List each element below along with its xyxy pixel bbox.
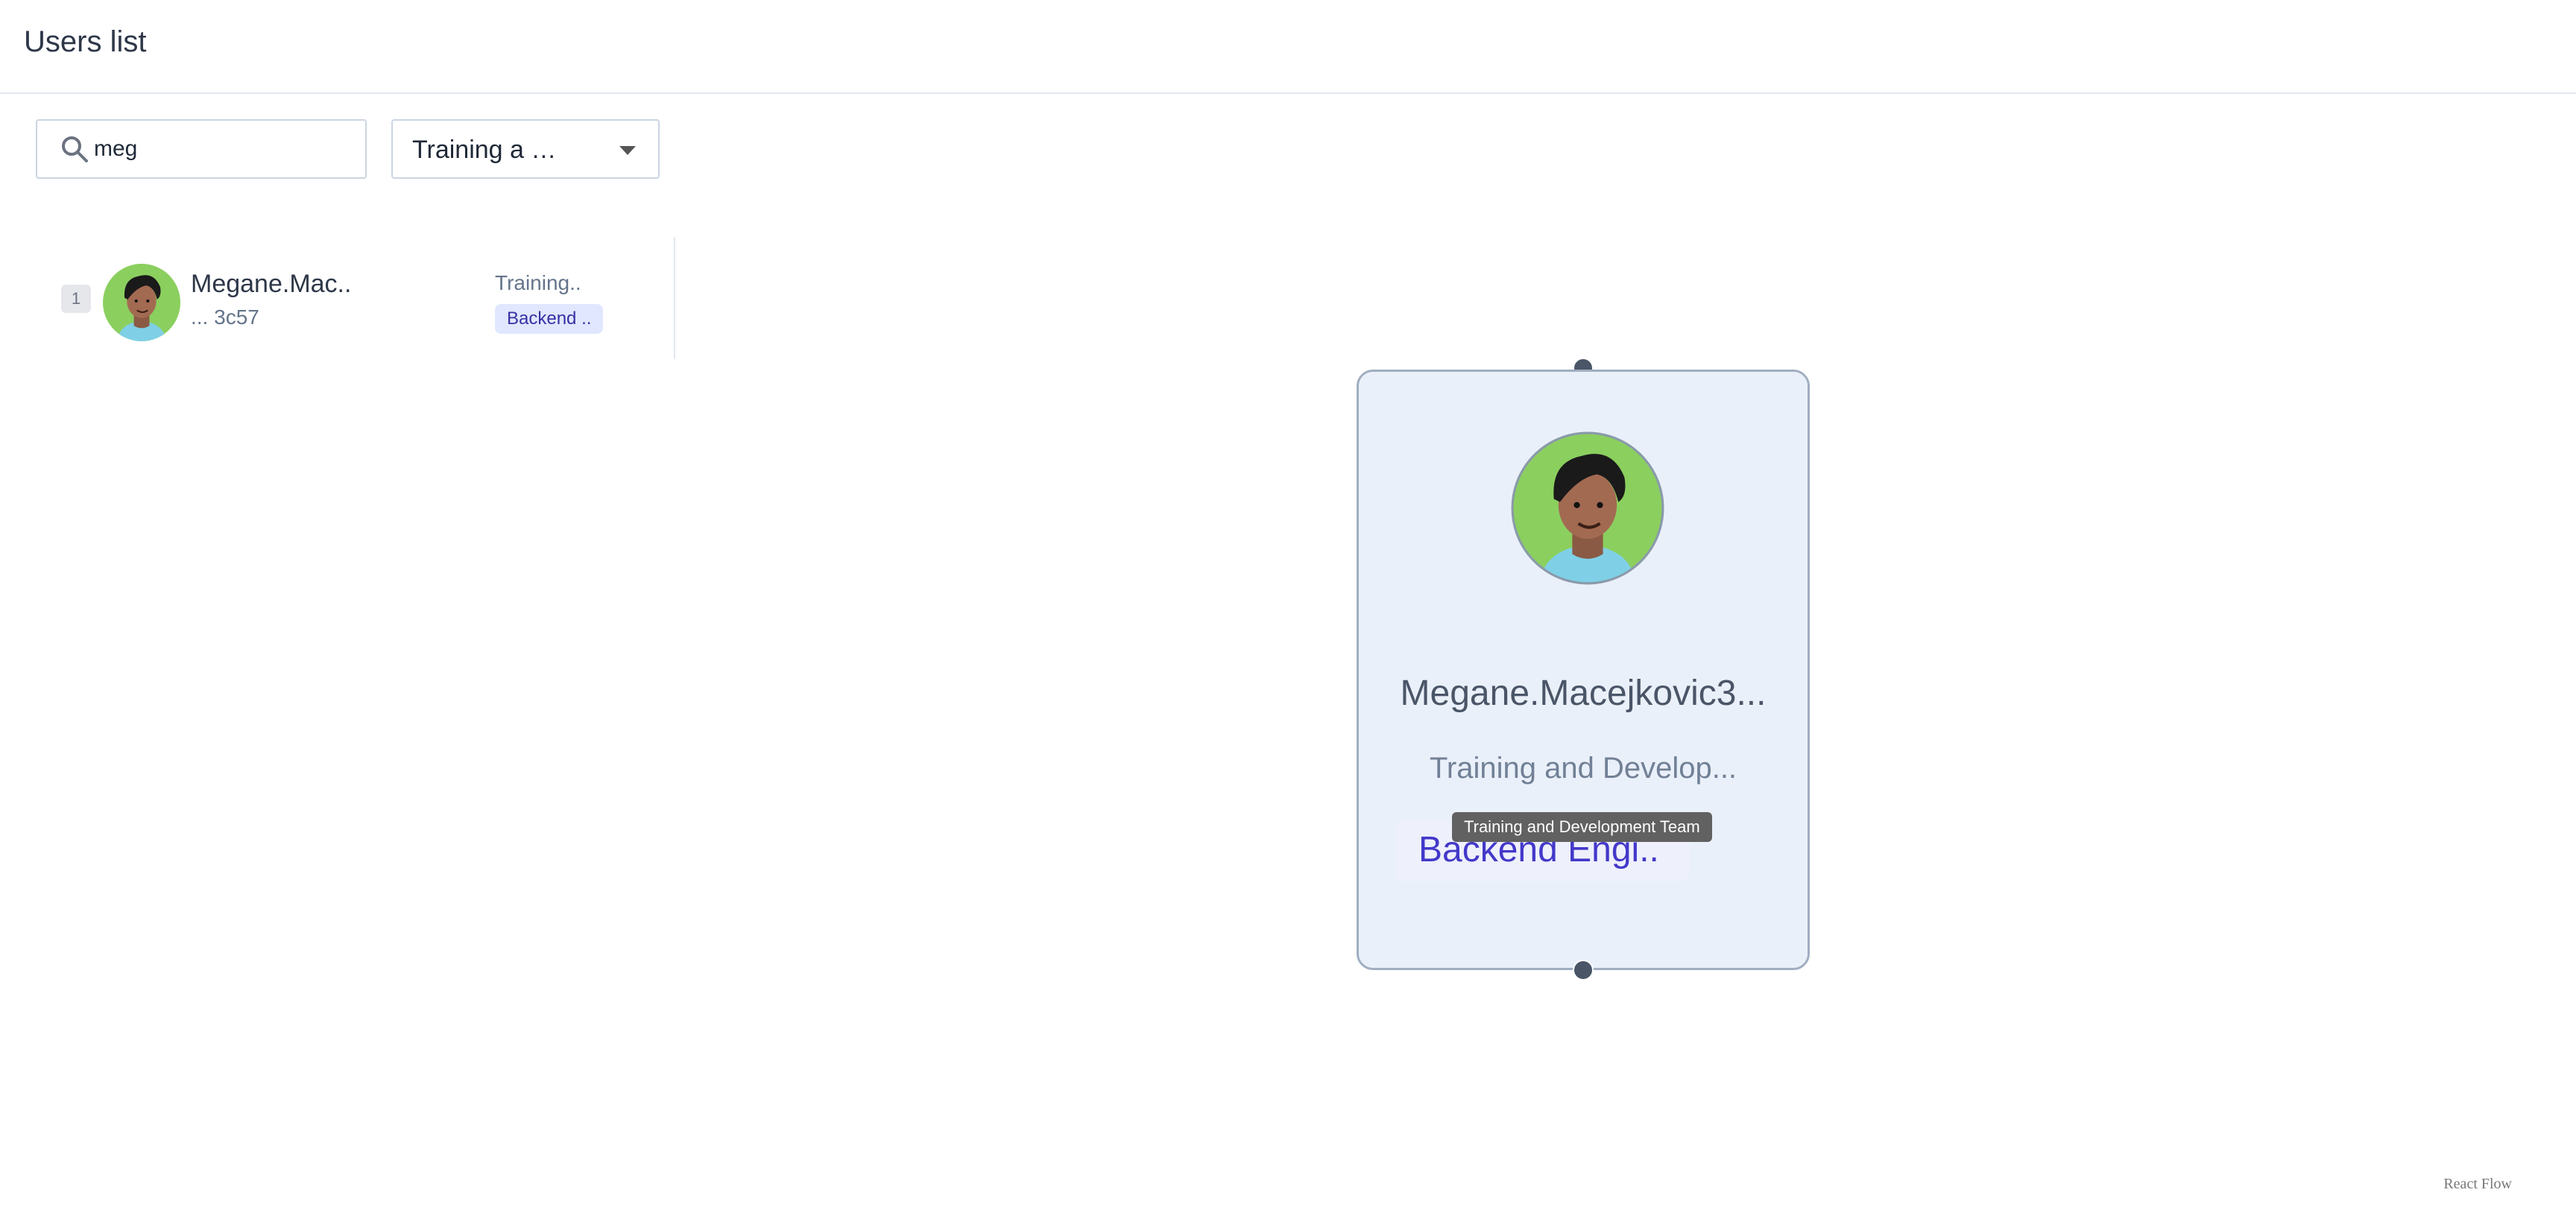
search-field[interactable] xyxy=(36,119,367,179)
row-index-badge: 1 xyxy=(61,285,91,313)
avatar xyxy=(103,264,180,341)
row-team-name: Training.. xyxy=(495,271,581,294)
node-handle-bottom[interactable] xyxy=(1573,960,1594,981)
row-role-badge: Backend .. xyxy=(495,304,604,334)
user-node-card[interactable]: Megane.Macejkovic3... Training and Devel… xyxy=(1357,370,1810,970)
search-input[interactable] xyxy=(94,133,347,165)
team-select[interactable]: Training a … xyxy=(391,119,660,179)
search-icon xyxy=(62,136,88,162)
node-team-name: Training and Develop... xyxy=(1429,752,1737,785)
page-title: Users list xyxy=(24,25,147,58)
team-tooltip: Training and Development Team xyxy=(1452,812,1712,842)
team-select-value: Training a … xyxy=(412,136,557,164)
users-list: 1 Megane.Mac.. ... 3c57 Training.. Backe… xyxy=(0,237,675,359)
page-header: Users list xyxy=(0,0,2576,94)
avatar xyxy=(1511,431,1664,585)
chevron-down-icon xyxy=(619,146,636,155)
node-user-name: Megane.Macejkovic3... xyxy=(1400,674,1767,713)
row-user-name: Megane.Mac.. xyxy=(191,270,352,298)
row-user-id: ... 3c57 xyxy=(191,305,259,329)
react-flow-attribution[interactable]: React Flow xyxy=(2443,1176,2512,1193)
list-item[interactable]: 1 Megane.Mac.. ... 3c57 Training.. Backe… xyxy=(0,237,674,359)
